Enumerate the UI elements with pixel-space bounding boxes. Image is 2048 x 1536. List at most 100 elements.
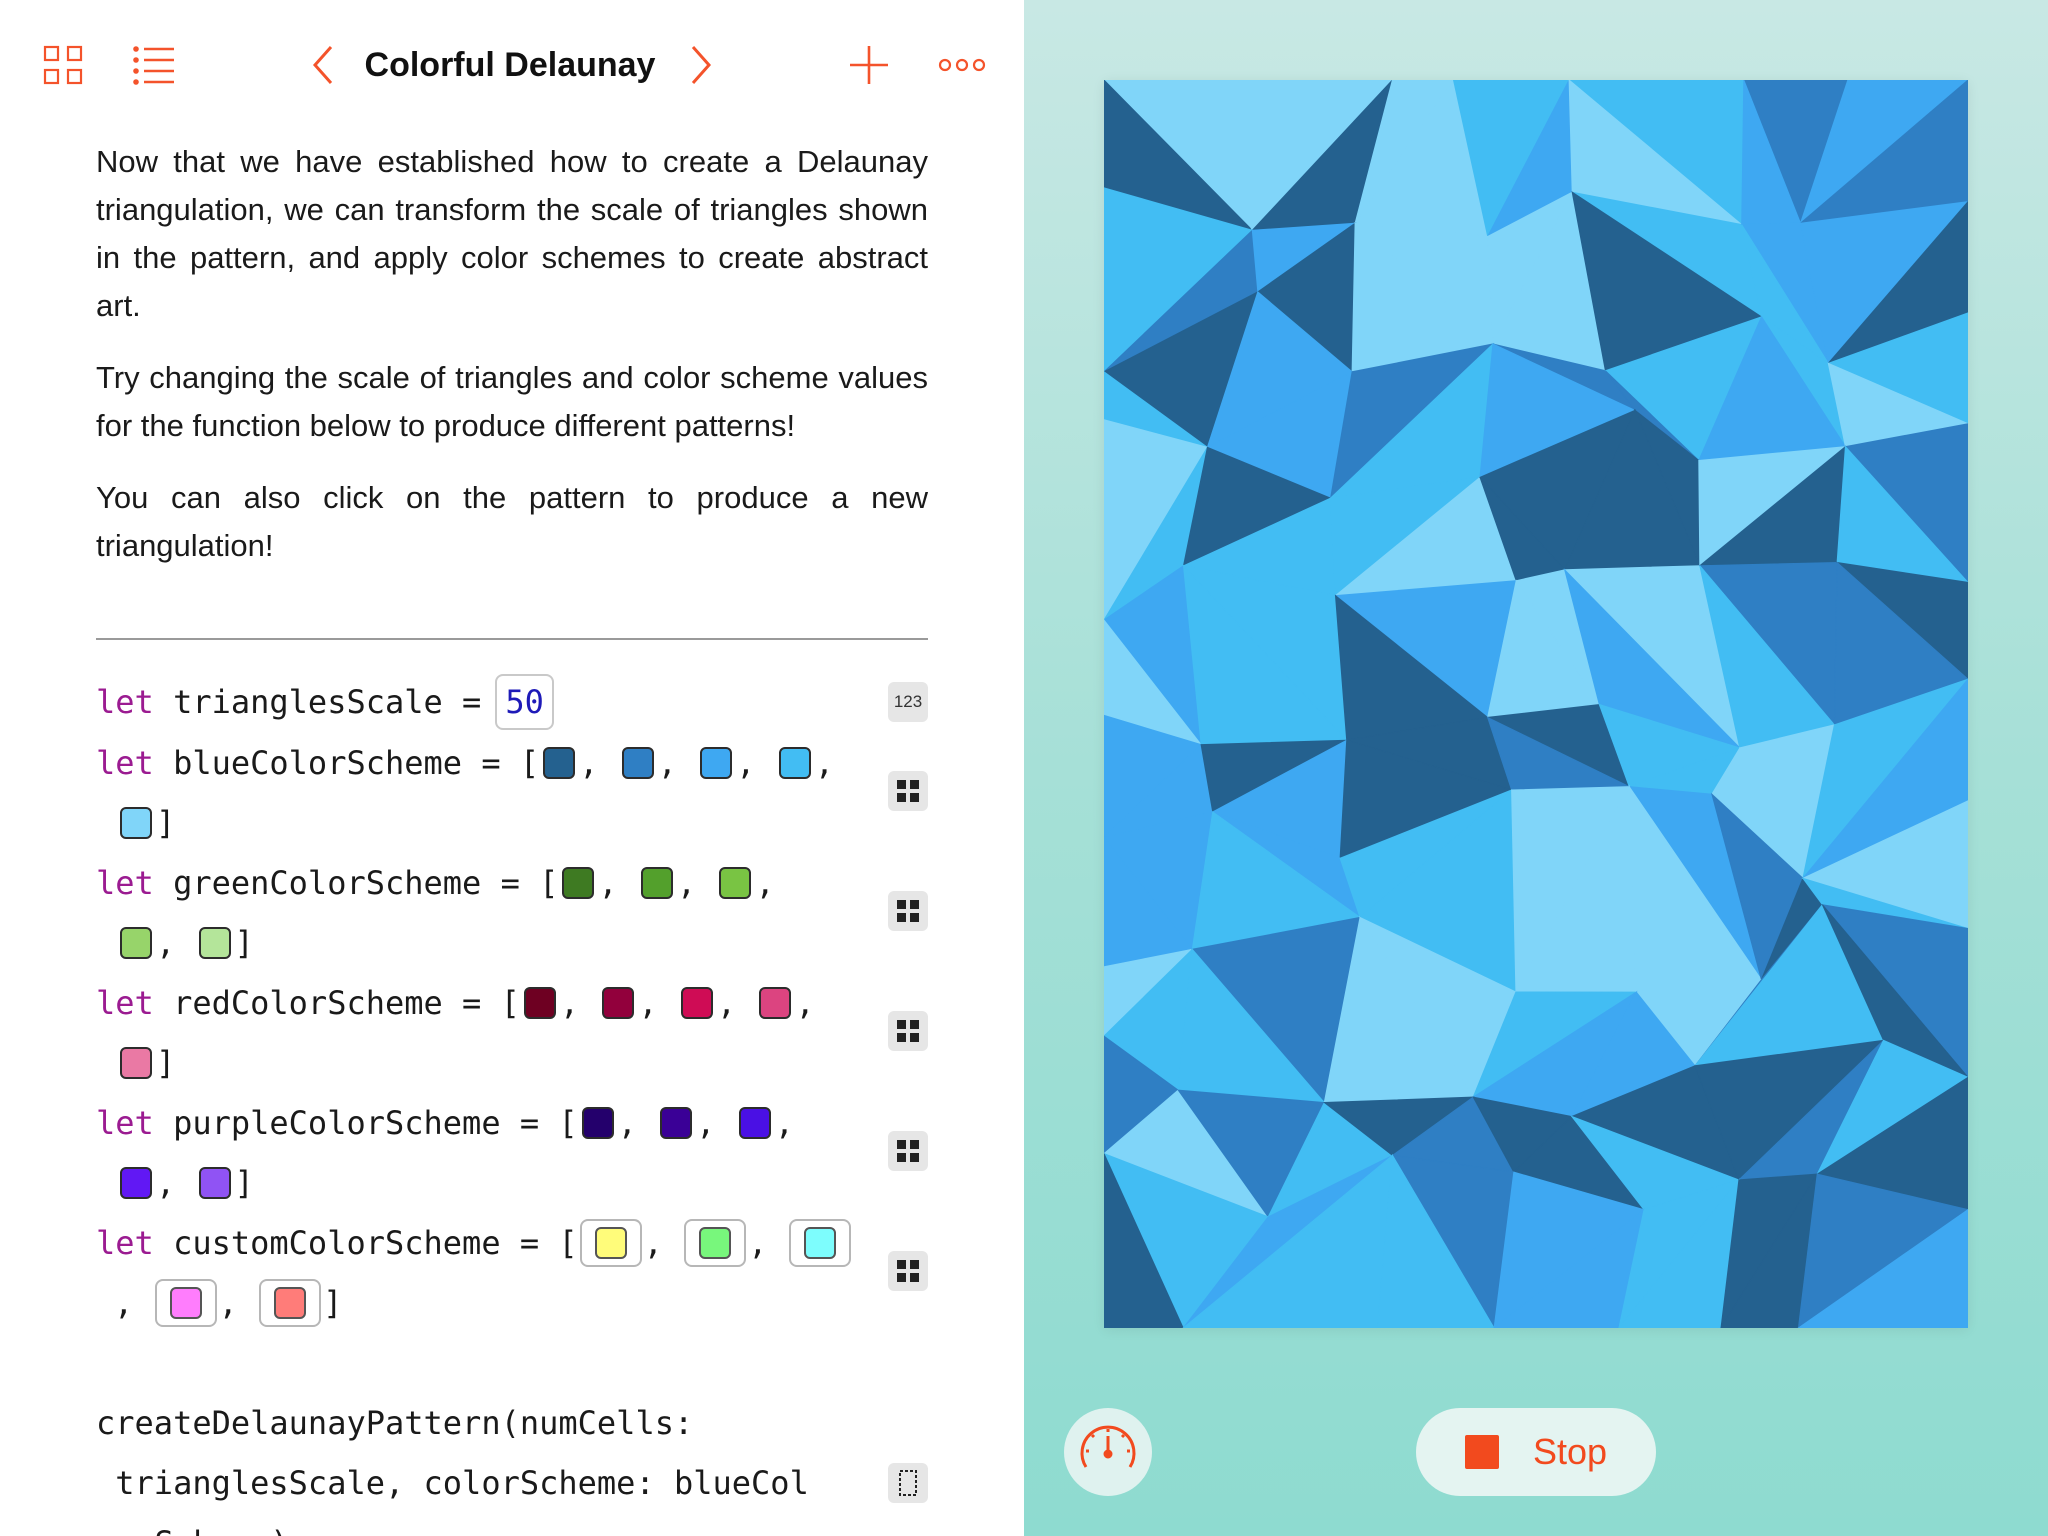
code-line-blue-scheme-cont: ] [116,799,175,847]
speedometer-icon [1080,1425,1136,1468]
close-bracket: ] [156,804,176,842]
custom-color-swatch-1[interactable] [579,1219,642,1267]
comma: , [598,864,618,902]
comma: , [643,1224,663,1262]
comma: , [617,1104,637,1142]
divider [96,638,928,640]
comma: , [114,1284,134,1322]
comma: , [696,1104,716,1142]
delaunay-canvas[interactable] [1104,80,1968,1328]
code-line-custom-scheme-cont: , , ] [114,1279,342,1327]
triangles-scale-input[interactable]: 50 [495,674,554,730]
var-triangles-scale: trianglesScale = [173,683,482,721]
comma: , [156,924,176,962]
var-custom-color-scheme: customColorScheme = [ [173,1224,578,1262]
color-grid-button[interactable] [888,1011,928,1051]
comma: , [156,1164,176,1202]
purple-color-swatch-2[interactable] [660,1107,693,1139]
comma: , [579,744,599,782]
custom-color-swatch-5[interactable] [259,1279,322,1327]
keyword: let [96,683,154,721]
instructions-text: Now that we have established how to crea… [96,138,928,594]
close-bracket: ] [323,1284,343,1322]
var-green-color-scheme: greenColorScheme = [ [173,864,559,902]
code-line-green-scheme: let greenColorScheme = [, , , [96,859,775,907]
comma: , [218,1284,238,1322]
custom-color-swatch-4[interactable] [154,1279,217,1327]
code-line-custom-scheme: let customColorScheme = [, , [96,1219,853,1267]
code-line-triangles-scale: let trianglesScale = 50 [96,674,554,730]
color-grid-button[interactable] [888,891,928,931]
purple-color-swatch-1[interactable] [581,1107,614,1139]
purple-color-swatch-5[interactable] [198,1167,231,1199]
placeholder-button[interactable] [888,1463,928,1503]
comma: , [638,984,658,1022]
code-line-red-scheme: let redColorScheme = [, , , , [96,979,815,1027]
red-color-swatch-1[interactable] [523,987,556,1019]
code-line-green-scheme-cont: , ] [116,919,254,967]
chevron-right-icon[interactable] [684,42,718,88]
close-bracket: ] [234,1164,254,1202]
comma: , [814,744,834,782]
live-view-pane: Stop [1024,0,2048,1536]
blue-color-swatch-3[interactable] [700,747,733,779]
list-icon[interactable] [130,42,178,88]
comma: , [748,1224,768,1262]
custom-color-swatch-2[interactable] [684,1219,747,1267]
blue-color-swatch-1[interactable] [543,747,576,779]
page-title: Colorful Delaunay [364,46,656,84]
red-color-swatch-3[interactable] [680,987,713,1019]
code-line-red-scheme-cont: ] [116,1039,175,1087]
var-purple-color-scheme: purpleColorScheme = [ [173,1104,578,1142]
color-grid-button[interactable] [888,1131,928,1171]
grid-icon[interactable] [40,42,86,88]
stop-label: Stop [1532,1431,1608,1472]
blue-color-swatch-5[interactable] [120,807,152,839]
var-red-color-scheme: redColorScheme = [ [173,984,520,1022]
color-grid-button[interactable] [888,771,928,811]
keyword: let [96,1104,154,1142]
color-grid-button[interactable] [888,1251,928,1291]
red-color-swatch-5[interactable] [120,1047,152,1079]
speed-button[interactable] [1064,1408,1152,1496]
close-bracket: ] [156,1044,176,1082]
plus-icon[interactable] [846,42,892,88]
blue-color-swatch-2[interactable] [621,747,654,779]
code-line-call-args: trianglesScale, colorScheme: blueCol [96,1464,809,1502]
keyword: let [96,864,154,902]
green-color-swatch-2[interactable] [640,867,673,899]
delaunay-pattern[interactable] [1104,80,1968,1328]
keyword: let [96,1224,154,1262]
var-blue-color-scheme: blueColorScheme = [ [173,744,540,782]
more-icon[interactable] [936,50,988,80]
number-keypad-button[interactable]: 123 [888,682,928,722]
green-color-swatch-5[interactable] [198,927,231,959]
keyword: let [96,744,154,782]
editor-pane: Colorful Delaunay Now that we have estab… [0,0,1024,1536]
code-line-purple-scheme-cont: , ] [116,1159,254,1207]
code-line-purple-scheme: let purpleColorScheme = [, , , [96,1099,794,1147]
green-color-swatch-3[interactable] [719,867,752,899]
code-line-call: createDelaunayPattern(numCells: [96,1404,694,1442]
blue-color-swatch-4[interactable] [778,747,811,779]
red-color-swatch-2[interactable] [602,987,635,1019]
paragraph-3: You can also click on the pattern to pro… [96,480,928,563]
code-line-blue-scheme: let blueColorScheme = [, , , , [96,739,834,787]
red-color-swatch-4[interactable] [759,987,792,1019]
purple-color-swatch-3[interactable] [738,1107,771,1139]
chevron-left-icon[interactable] [306,42,340,88]
comma: , [676,864,697,902]
purple-color-swatch-4[interactable] [120,1167,152,1199]
keyword: let [96,984,154,1022]
stop-button[interactable]: Stop [1416,1408,1656,1496]
custom-color-swatch-3[interactable] [788,1219,851,1267]
comma: , [559,984,580,1022]
comma: , [795,984,815,1022]
comma: , [657,744,677,782]
green-color-swatch-4[interactable] [120,927,152,959]
stop-icon [1464,1435,1499,1469]
paragraph-1: Now that we have established how to crea… [96,144,928,323]
green-color-swatch-1[interactable] [562,867,595,899]
comma: , [716,984,737,1022]
comma: , [774,1104,794,1142]
